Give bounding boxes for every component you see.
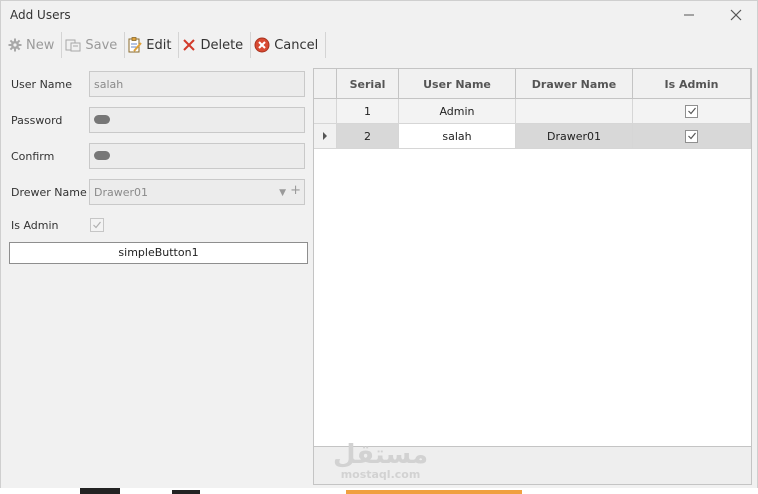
table-row[interactable]: 2 salah Drawer01	[314, 124, 751, 149]
column-header-user-name[interactable]: User Name	[399, 69, 516, 99]
watermark: مستقل mostaql.com	[333, 441, 428, 481]
cell-serial[interactable]: 1	[337, 99, 399, 123]
username-value: salah	[94, 78, 124, 91]
gear-icon	[8, 38, 22, 52]
chevron-down-icon[interactable]: ▼	[279, 188, 286, 198]
save-button-label: Save	[85, 37, 118, 53]
cancel-button[interactable]: Cancel	[251, 32, 327, 58]
is-admin-label: Is Admin	[11, 219, 59, 232]
watermark-latin: mostaql.com	[340, 468, 421, 481]
is-admin-checkbox[interactable]	[90, 218, 104, 232]
close-button[interactable]	[724, 5, 748, 25]
column-header-drawer-name[interactable]: Drawer Name	[516, 69, 633, 99]
delete-button[interactable]: Delete	[179, 32, 252, 58]
title-bar: Add Users	[1, 1, 757, 29]
cell-is-admin[interactable]	[633, 99, 751, 123]
cancel-button-label: Cancel	[274, 37, 319, 53]
save-button[interactable]: Save	[62, 32, 126, 58]
minimize-button[interactable]	[677, 5, 701, 25]
check-icon	[93, 221, 101, 229]
delete-x-icon	[183, 39, 196, 51]
table-row[interactable]: 1 Admin	[314, 99, 751, 124]
delete-button-label: Delete	[200, 37, 244, 53]
close-icon	[730, 9, 742, 21]
cell-drawer-name[interactable]	[516, 99, 633, 123]
confirm-password-mask	[94, 151, 110, 160]
background-fragment	[172, 490, 200, 494]
background-fragment	[80, 488, 120, 494]
simple-button[interactable]: simpleButton1	[9, 242, 308, 264]
username-label: User Name	[11, 78, 73, 91]
row-indicator-header	[314, 69, 337, 99]
plus-icon[interactable]: +	[290, 183, 301, 198]
cell-user-name[interactable]: Admin	[399, 99, 516, 123]
drawer-dropdown[interactable]: Drawer01 ▼ +	[89, 179, 305, 205]
confirm-label: Confirm	[11, 150, 55, 163]
row-indicator[interactable]	[314, 124, 337, 148]
cell-drawer-name[interactable]: Drawer01	[516, 124, 633, 148]
is-admin-cell-checkbox[interactable]	[685, 104, 698, 118]
password-label: Password	[11, 114, 63, 127]
cell-serial[interactable]: 2	[337, 124, 399, 148]
drawer-value: Drawer01	[94, 186, 149, 199]
row-indicator[interactable]	[314, 99, 337, 123]
cancel-icon	[254, 37, 270, 53]
password-field[interactable]	[89, 107, 305, 133]
check-icon	[687, 132, 696, 140]
column-header-serial[interactable]: Serial	[337, 69, 399, 99]
username-field[interactable]: salah	[89, 71, 305, 97]
watermark-arabic: مستقل	[333, 440, 429, 470]
background-fragment	[346, 490, 522, 494]
save-icon	[65, 39, 81, 52]
new-button-label: New	[26, 37, 55, 53]
grid-header: Serial User Name Drawer Name Is Admin	[314, 69, 751, 99]
edit-clipboard-icon	[128, 37, 143, 53]
check-icon	[687, 107, 696, 115]
password-mask	[94, 115, 110, 124]
current-row-arrow-icon	[323, 132, 327, 140]
drawer-label: Drewer Name	[11, 186, 87, 199]
add-users-window: Add Users New Save Edit Delete Cancel Us…	[0, 0, 758, 494]
cell-is-admin[interactable]	[633, 124, 751, 148]
user-form: User Name salah Password Confirm Drewer …	[1, 61, 312, 489]
window-title: Add Users	[10, 8, 71, 22]
toolbar: New Save Edit Delete Cancel	[1, 31, 757, 59]
new-button[interactable]: New	[5, 32, 63, 58]
edit-button-label: Edit	[146, 37, 172, 53]
edit-button[interactable]: Edit	[125, 32, 180, 58]
column-header-is-admin[interactable]: Is Admin	[633, 69, 751, 99]
is-admin-cell-checkbox[interactable]	[685, 129, 698, 143]
minimize-icon	[684, 14, 694, 16]
cell-user-name[interactable]: salah	[399, 124, 516, 148]
users-grid: Serial User Name Drawer Name Is Admin 1 …	[313, 68, 752, 485]
confirm-password-field[interactable]	[89, 143, 305, 169]
